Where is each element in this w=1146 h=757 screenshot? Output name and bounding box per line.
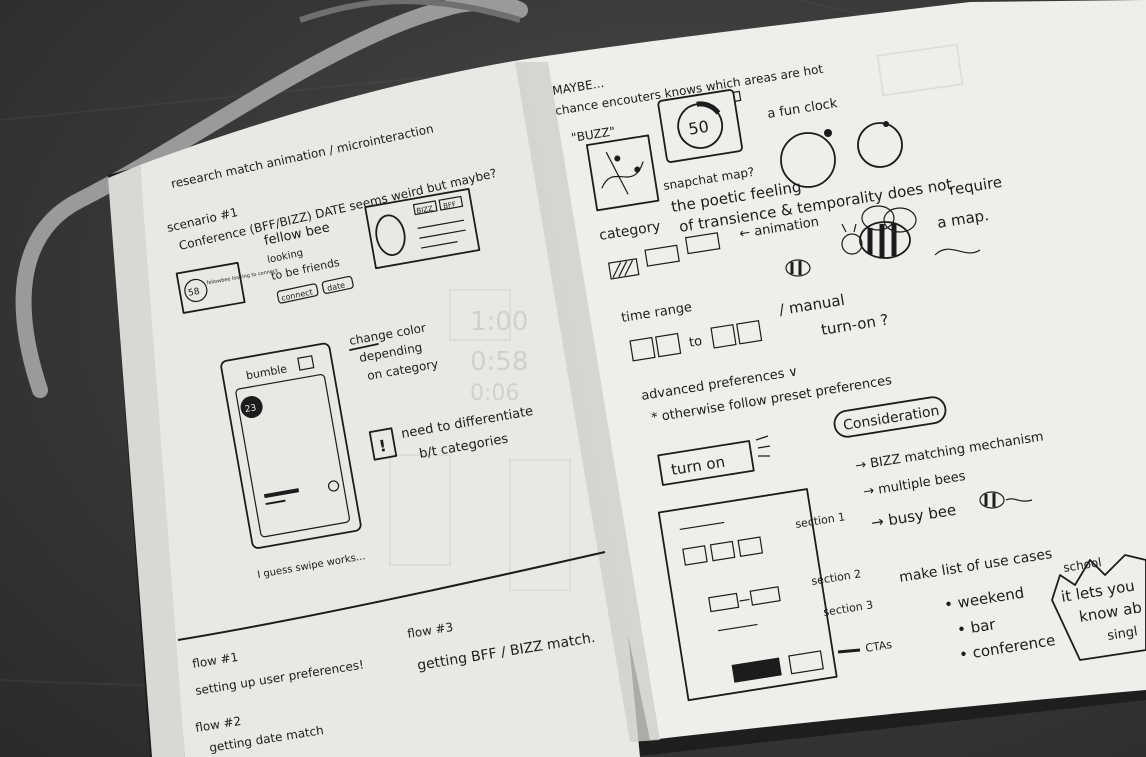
- svg-text:0:06: 0:06: [470, 381, 519, 406]
- photo-scene: 1:00 0:58 0:06 research match animation …: [0, 0, 1146, 757]
- ctas-arrow: [837, 648, 861, 654]
- to-text: to: [688, 334, 703, 351]
- phone-badge: 23: [244, 403, 257, 415]
- clock-dot-2: [883, 121, 889, 127]
- clock-dot-1: [824, 129, 832, 137]
- mini-card-number: 58: [187, 287, 200, 299]
- svg-text:0:58: 0:58: [470, 347, 528, 377]
- svg-text:1:00: 1:00: [470, 307, 528, 337]
- clock-number: 50: [687, 117, 710, 139]
- notebook-photo: 1:00 0:58 0:06 research match animation …: [0, 0, 1146, 757]
